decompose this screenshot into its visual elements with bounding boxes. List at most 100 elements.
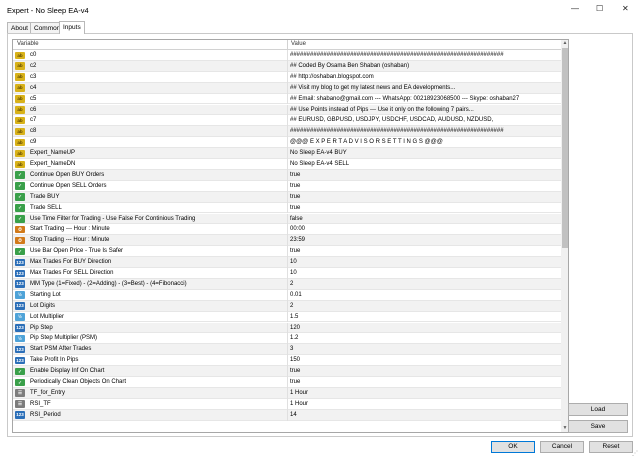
cell-separator — [287, 115, 288, 127]
maximize-icon[interactable]: ☐ — [596, 4, 603, 13]
resize-grip-icon[interactable]: ⋰ — [632, 450, 638, 457]
table-row[interactable]: 123 Start PSM After Trades 3 — [13, 344, 561, 356]
table-row[interactable]: ☰ RSI_TF 1 Hour — [13, 398, 561, 410]
variable-value[interactable]: No Sleep EA-v4 BUY — [290, 150, 347, 156]
variable-value[interactable]: ## Coded By Osama Ben Shaban (oshaban) — [290, 63, 409, 69]
close-icon[interactable]: ✕ — [622, 4, 629, 13]
variable-value[interactable]: true — [290, 205, 300, 211]
table-row[interactable]: ✓ Use Bar Open Price - True Is Safer true — [13, 246, 561, 258]
variable-value[interactable]: true — [290, 248, 300, 254]
scroll-up-icon[interactable]: ▲ — [562, 40, 568, 46]
variable-value[interactable]: ########################################… — [290, 128, 504, 134]
variable-value[interactable]: 10 — [290, 259, 297, 265]
table-row[interactable]: ab Expert_NameDN No Sleep EA-v4 SELL — [13, 159, 561, 170]
variable-value[interactable]: ########################################… — [290, 52, 504, 58]
variable-value[interactable]: 10 — [290, 270, 297, 276]
save-button[interactable]: Save — [568, 420, 628, 433]
type-dbl-icon: ½ — [15, 334, 25, 343]
tab-inputs[interactable]: Inputs — [59, 21, 85, 34]
reset-button[interactable]: Reset — [589, 441, 633, 453]
variable-value[interactable]: @@@ E X P E R T A D V I S O R S E T T I … — [290, 139, 443, 145]
table-row[interactable]: ab c8 ####################################… — [13, 126, 561, 138]
variable-value[interactable]: 14 — [290, 412, 297, 418]
table-row[interactable]: ✓ Continue Open SELL Orders true — [13, 180, 561, 192]
cancel-button[interactable]: Cancel — [540, 441, 584, 453]
variable-name: Continue Open SELL Orders — [30, 182, 107, 189]
variable-value[interactable]: 120 — [290, 325, 300, 331]
load-button[interactable]: Load — [568, 403, 628, 416]
variable-value[interactable]: 2 — [290, 303, 293, 309]
variable-value[interactable]: ## http://oshaban.blogspot.com — [290, 74, 374, 80]
table-row[interactable]: 123 MM Type (1=Fixed) - (2=Adding) - (3=B… — [13, 278, 561, 290]
variable-name: c8 — [30, 128, 37, 135]
cell-separator — [287, 50, 288, 61]
table-row[interactable]: ✓ Trade SELL true — [13, 202, 561, 214]
type-ab-icon: ab — [15, 138, 25, 147]
table-row[interactable]: ab c4 ## Visit my blog to get my latest ne… — [13, 82, 561, 94]
type-int-icon: 123 — [15, 411, 25, 419]
variable-value[interactable]: true — [290, 194, 300, 200]
variable-value[interactable]: true — [290, 379, 300, 385]
type-ab-icon: ab — [15, 51, 25, 59]
ok-button[interactable]: OK — [491, 441, 535, 453]
cell-separator — [287, 311, 288, 323]
variable-value[interactable]: 00:00 — [290, 226, 305, 232]
variable-value[interactable]: ## EURUSD, GBPUSD, USDJPY, USDCHF, USDCA… — [290, 117, 493, 123]
table-row[interactable]: ab c2 ## Coded By Osama Ben Shaban (oshaba… — [13, 60, 561, 72]
type-int-icon: 123 — [15, 356, 25, 365]
variable-value[interactable]: 0.01 — [290, 292, 302, 298]
variable-value[interactable]: 1 Hour — [290, 390, 308, 396]
table-row[interactable]: ½ Pip Step Multiplier (PSM) 1.2 — [13, 333, 561, 345]
column-separator[interactable] — [287, 40, 288, 50]
type-int-icon: 123 — [15, 302, 25, 310]
table-row[interactable]: ab c0 ####################################… — [13, 50, 561, 61]
variable-name: Max Trades For BUY Direction — [30, 259, 112, 266]
table-row[interactable]: 123 RSI_Period 14 — [13, 409, 561, 421]
table-row[interactable]: ab c6 ## Use Points instead of Pips --- Us… — [13, 104, 561, 116]
variable-value[interactable]: true — [290, 368, 300, 374]
variable-value[interactable]: 150 — [290, 357, 300, 363]
table-row[interactable]: ✓ Trade BUY true — [13, 191, 561, 203]
variable-value[interactable]: true — [290, 172, 300, 178]
type-list-icon: ☰ — [15, 400, 25, 408]
table-row[interactable]: ⏱ Stop Trading --- Hour : Minute 23:59 — [13, 235, 561, 247]
vertical-scrollbar[interactable]: ▲ ▼ — [561, 40, 568, 432]
table-row[interactable]: ⏱ Start Trading --- Hour : Minute 00:00 — [13, 224, 561, 236]
table-row[interactable]: ab c3 ## http://oshaban.blogspot.com — [13, 71, 561, 83]
variable-value[interactable]: ## Visit my blog to get my latest news a… — [290, 85, 455, 91]
variable-value[interactable]: 1.2 — [290, 335, 298, 341]
variable-value[interactable]: 23:59 — [290, 237, 305, 243]
table-row[interactable]: ab Expert_NameUP No Sleep EA-v4 BUY — [13, 148, 561, 159]
column-header-variable[interactable]: Variable — [17, 41, 39, 47]
variable-value[interactable]: No Sleep EA-v4 SELL — [290, 161, 349, 167]
column-header-value[interactable]: Value — [291, 41, 306, 47]
variable-value[interactable]: 1 Hour — [290, 401, 308, 407]
table-row[interactable]: ✓ Use Time Filter for Trading - Use False… — [13, 213, 561, 225]
table-row[interactable]: ab c5 ## Email: shabano@gmail.com --- What… — [13, 93, 561, 105]
variable-value[interactable]: 3 — [290, 346, 293, 352]
table-row[interactable]: ✓ Periodically Clean Objects On Chart true — [13, 377, 561, 388]
table-row[interactable]: 123 Max Trades For SELL Direction 10 — [13, 268, 561, 279]
table-row[interactable]: ✓ Enable Display Inf On Chart true — [13, 366, 561, 377]
variable-name: c9 — [30, 139, 37, 146]
variable-value[interactable]: 1.5 — [290, 314, 298, 320]
table-row[interactable]: 123 Take Profit In Pips 150 — [13, 355, 561, 367]
table-row[interactable]: 123 Lot Digits 2 — [13, 300, 561, 312]
variable-value[interactable]: ## Email: shabano@gmail.com --- WhatsApp… — [290, 96, 519, 102]
cell-separator — [287, 224, 288, 236]
table-row[interactable]: ☰ TF_for_Entry 1 Hour — [13, 387, 561, 399]
variable-value[interactable]: true — [290, 183, 300, 189]
table-row[interactable]: ab c9 @@@ E X P E R T A D V I S O R S E T … — [13, 137, 561, 149]
table-row[interactable]: ab c7 ## EURUSD, GBPUSD, USDJPY, USDCHF, U… — [13, 115, 561, 127]
table-row[interactable]: ✓ Continue Open BUY Orders true — [13, 169, 561, 181]
cell-separator — [287, 60, 288, 72]
variable-value[interactable]: 2 — [290, 281, 293, 287]
scrollbar-thumb[interactable] — [562, 48, 568, 248]
table-row[interactable]: 123 Pip Step 120 — [13, 322, 561, 334]
variable-value[interactable]: false — [290, 216, 303, 222]
variable-value[interactable]: ## Use Points instead of Pips --- Use it… — [290, 107, 474, 113]
table-row[interactable]: 123 Max Trades For BUY Direction 10 — [13, 257, 561, 268]
table-row[interactable]: ½ Starting Lot 0.01 — [13, 289, 561, 301]
minimize-icon[interactable]: — — [571, 4, 579, 13]
table-row[interactable]: ½ Lot Multiplier 1.5 — [13, 311, 561, 323]
